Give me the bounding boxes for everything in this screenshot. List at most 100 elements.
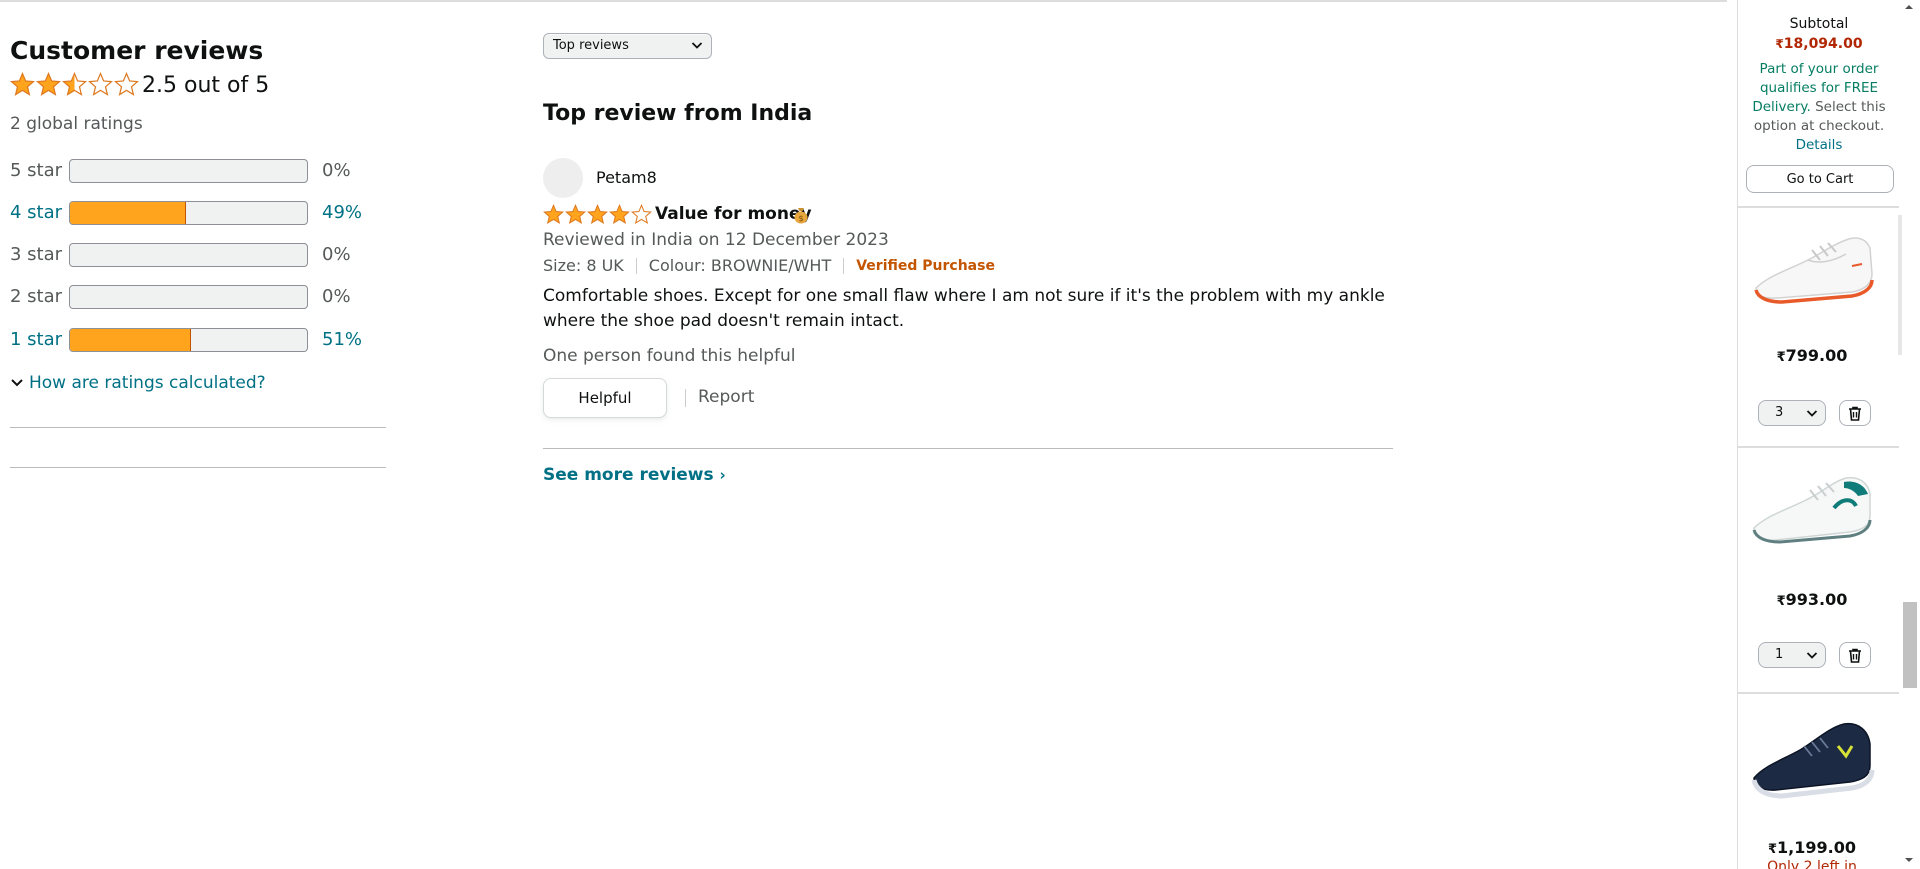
reviewer-name[interactable]: Petam8 [596, 168, 657, 187]
item-price: ₹1,199.00 [1738, 838, 1886, 857]
delete-item-button[interactable] [1839, 642, 1871, 668]
divider [843, 257, 845, 274]
divider [543, 448, 1393, 449]
scrollbar-thumb[interactable] [1903, 602, 1917, 688]
star-icon [609, 204, 630, 225]
helpful-button[interactable]: Helpful [543, 378, 667, 418]
item-price: ₹799.00 [1738, 346, 1886, 365]
currency-symbol: ₹ [1768, 842, 1778, 857]
divider [685, 389, 686, 407]
global-ratings-count: 2 global ratings [10, 114, 143, 134]
cart-sidebar: Subtotal ₹18,094.00 Part of your order q… [1737, 0, 1900, 869]
scroll-up-arrow-icon[interactable] [1904, 3, 1914, 11]
free-delivery-message: Part of your order qualifies for FREE De… [1738, 60, 1900, 155]
histogram-row: 2 star 0% [10, 282, 386, 310]
quantity-value: 1 [1775, 647, 1784, 662]
trash-icon [1849, 648, 1861, 663]
histogram-bar [69, 243, 308, 267]
average-rating-stars[interactable] [10, 72, 139, 97]
page-scrollbar[interactable] [1899, 0, 1920, 869]
divider [1738, 206, 1900, 208]
item-price-value: 1,199.00 [1777, 838, 1856, 857]
ratings-summary: Customer reviews 2.5 out of 5 2 global r… [10, 0, 386, 480]
histogram-bar-fill [70, 202, 187, 224]
star-icon [36, 72, 61, 96]
chevron-right-icon: › [719, 466, 726, 484]
star-icon [10, 72, 35, 96]
product-image[interactable] [1748, 226, 1876, 316]
subtotal-amount: ₹18,094.00 [1738, 36, 1900, 52]
star-icon [543, 204, 564, 225]
divider [635, 257, 637, 274]
star-icon [565, 204, 586, 225]
customer-reviews-heading: Customer reviews [10, 36, 264, 65]
divider [10, 467, 386, 468]
subtotal-label: Subtotal [1789, 16, 1849, 32]
low-stock-warning: Only 2 left in [1767, 859, 1857, 869]
see-more-reviews-link[interactable]: See more reviews › [543, 465, 726, 485]
star-icon [114, 72, 139, 96]
delete-item-button[interactable] [1839, 400, 1871, 426]
chevron-down-icon [691, 42, 703, 49]
review-body: Comfortable shoes. Except for one small … [543, 286, 1385, 331]
histogram-star-label[interactable]: 1 star [10, 329, 62, 350]
money-bag-icon: $ [794, 208, 808, 224]
histogram-bar[interactable] [69, 328, 308, 352]
go-to-cart-button[interactable]: Go to Cart [1746, 165, 1894, 193]
verified-purchase-badge: Verified Purchase [856, 257, 995, 274]
star-icon [587, 204, 608, 225]
currency-symbol: ₹ [1776, 594, 1786, 609]
quantity-dropdown[interactable]: 3 [1758, 400, 1826, 426]
svg-text:$: $ [798, 214, 803, 223]
histogram-row[interactable]: 4 star 49% [10, 198, 386, 226]
histogram-percent: 0% [322, 244, 351, 265]
reviewer-avatar [543, 158, 583, 198]
report-link[interactable]: Report [698, 387, 754, 407]
histogram-bar [69, 159, 308, 183]
divider [1738, 692, 1900, 694]
item-price-value: 993.00 [1785, 590, 1848, 609]
review-headline[interactable]: Value for money [655, 204, 812, 224]
histogram-bar [69, 285, 308, 309]
review-size[interactable]: Size: 8 UK [543, 256, 624, 275]
star-icon [631, 204, 652, 225]
histogram-bar-fill [70, 329, 191, 351]
trash-icon [1849, 406, 1861, 421]
sort-reviews-dropdown[interactable]: Top reviews [543, 33, 712, 59]
divider [1738, 446, 1900, 448]
currency-symbol: ₹ [1776, 350, 1786, 365]
page: { "reviews_summary": { "heading": "Custo… [0, 0, 1920, 869]
star-icon [88, 72, 113, 96]
histogram-row[interactable]: 1 star 51% [10, 325, 386, 353]
top-review-heading: Top review from India [543, 101, 813, 126]
histogram-row: 3 star 0% [10, 240, 386, 268]
quantity-dropdown[interactable]: 1 [1758, 642, 1826, 668]
chevron-down-icon [11, 379, 23, 387]
histogram-row: 5 star 0% [10, 156, 386, 184]
scroll-down-arrow-icon[interactable] [1904, 856, 1914, 864]
histogram-percent: 0% [322, 286, 351, 307]
review-variant-info: Size: 8 UK Colour: BROWNIE/WHT Verified … [543, 256, 995, 275]
chevron-down-icon [1806, 410, 1818, 417]
histogram-star-label: 2 star [10, 286, 63, 307]
review-rating-stars[interactable] [543, 204, 652, 225]
shoe-upper [1753, 722, 1871, 791]
details-link[interactable]: Details [1796, 137, 1843, 153]
histogram-star-label: 3 star [10, 244, 63, 265]
histogram-percent[interactable]: 51% [322, 329, 362, 350]
histogram-star-label[interactable]: 4 star [10, 202, 62, 223]
histogram-percent[interactable]: 49% [322, 202, 362, 223]
how-ratings-calculated-link[interactable]: How are ratings calculated? [10, 373, 266, 393]
chevron-down-icon [1806, 652, 1818, 659]
histogram-star-label: 5 star [10, 160, 63, 181]
review-colour[interactable]: Colour: BROWNIE/WHT [649, 256, 831, 275]
star-icon [62, 72, 87, 96]
histogram-bar[interactable] [69, 201, 308, 225]
product-image[interactable] [1748, 468, 1876, 558]
cart-scrollbar-track[interactable] [1898, 215, 1902, 355]
see-more-reviews-label: See more reviews [543, 465, 714, 485]
currency-symbol: ₹ [1775, 37, 1784, 51]
how-ratings-calculated-label: How are ratings calculated? [29, 373, 266, 393]
subtotal-value: 18,094.00 [1783, 36, 1863, 52]
product-image[interactable] [1748, 716, 1876, 806]
